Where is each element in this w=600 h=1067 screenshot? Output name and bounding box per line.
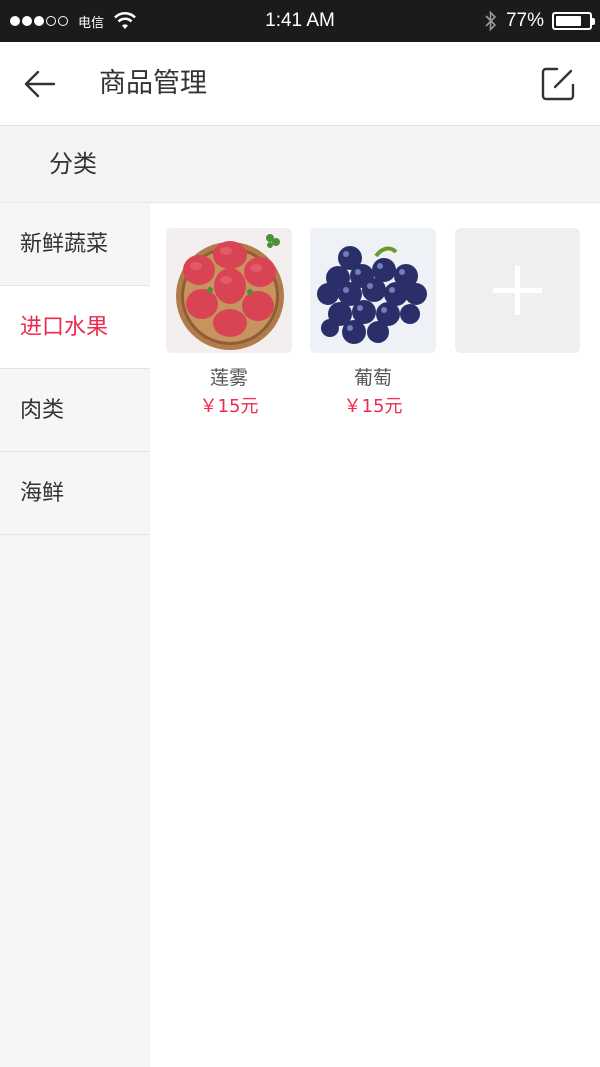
section-header: 分类 — [0, 126, 600, 203]
grapes-image — [310, 228, 436, 353]
wax-apple-image — [166, 228, 292, 353]
category-item-vegetables[interactable]: 新鲜蔬菜 — [0, 203, 150, 286]
add-product-button[interactable] — [455, 228, 580, 353]
bluetooth-icon — [485, 10, 497, 32]
back-button[interactable] — [20, 64, 60, 104]
category-item-imported-fruit[interactable]: 进口水果 — [0, 286, 150, 369]
edit-button[interactable] — [538, 64, 578, 104]
edit-icon — [541, 67, 575, 101]
section-title: 分类 — [49, 150, 97, 178]
product-card[interactable]: 葡萄 ￥15元 — [310, 228, 436, 418]
product-name: 莲雾 — [209, 367, 248, 389]
category-item-meat[interactable]: 肉类 — [0, 369, 150, 452]
category-sidebar: 新鲜蔬菜 进口水果 肉类 海鲜 — [0, 203, 150, 1067]
product-grid: 莲雾 ￥15元 葡萄 ￥15元 — [150, 203, 600, 1067]
product-price: ￥15元 — [199, 396, 259, 417]
page-title: 商品管理 — [99, 68, 207, 99]
battery-percent: 77% — [505, 10, 544, 31]
nav-bar: 商品管理 — [0, 42, 600, 126]
category-item-seafood[interactable]: 海鲜 — [0, 452, 150, 535]
product-card[interactable]: 莲雾 ￥15元 — [166, 228, 292, 418]
battery-icon — [552, 12, 595, 30]
status-bar: 电信 1:41 AM 77% — [0, 0, 600, 42]
battery-fill — [556, 16, 581, 26]
back-arrow-icon — [24, 70, 56, 98]
product-name: 葡萄 — [353, 367, 392, 389]
status-right: 77% — [484, 0, 595, 42]
product-price: ￥15元 — [343, 396, 403, 417]
